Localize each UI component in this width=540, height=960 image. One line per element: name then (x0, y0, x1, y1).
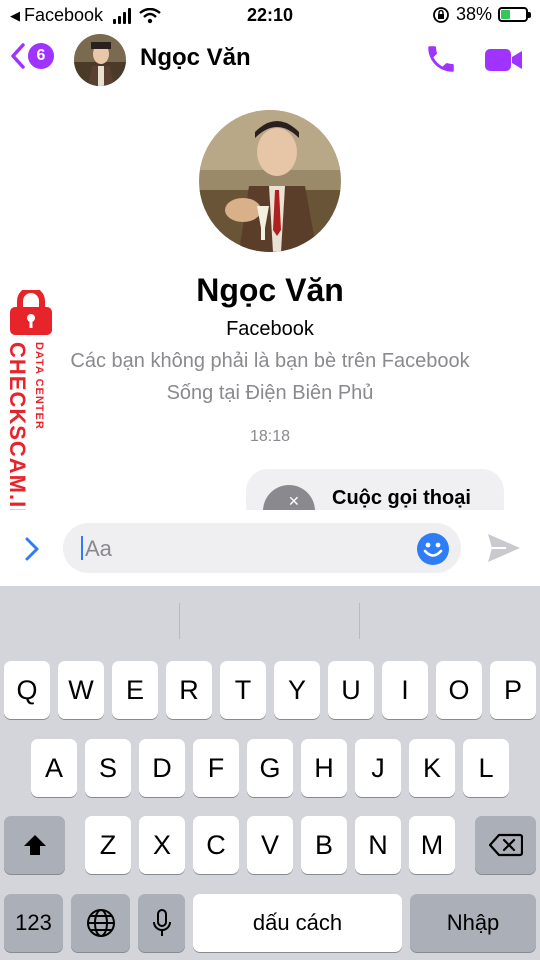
location-note: Sống tại Điện Biên Phủ (166, 382, 374, 404)
key-w[interactable]: W (58, 661, 104, 719)
send-icon[interactable] (486, 532, 522, 564)
key-o[interactable]: O (436, 661, 482, 719)
video-camera-icon (485, 49, 522, 71)
key-i[interactable]: I (382, 661, 428, 719)
key-j[interactable]: J (355, 739, 401, 797)
padlock-logo (10, 290, 52, 335)
message-input-placeholder: Aa (85, 536, 112, 561)
battery-percent: 38% (455, 4, 492, 24)
emoji-icon[interactable] (416, 532, 450, 566)
key-q[interactable]: Q (4, 661, 50, 719)
key-r[interactable]: R (166, 661, 212, 719)
key-h[interactable]: H (301, 739, 347, 797)
call-bubble-label: Cuộc gọi thoại (332, 487, 471, 509)
key-f[interactable]: F (193, 739, 239, 797)
suggestion-divider (359, 603, 360, 639)
contact-name[interactable]: Ngọc Văn (140, 44, 251, 72)
key-c[interactable]: C (193, 816, 239, 874)
shift-arrow-icon (23, 835, 46, 855)
key-g[interactable]: G (247, 739, 293, 797)
key-v[interactable]: V (247, 816, 293, 874)
video-call-button[interactable] (484, 46, 524, 79)
missed-call-icon: ✕ (263, 485, 315, 510)
keyboard: QWERTYUIOP ASDFGHJKL ZXCVBNM 123 dấu các… (0, 586, 540, 960)
shift-key[interactable] (4, 816, 65, 874)
back-button[interactable]: 6 (10, 42, 54, 70)
missed-call-bubble[interactable]: ✕ Cuộc gọi thoại (246, 469, 504, 510)
chat-header: 6 Ngọc Văn (0, 30, 540, 94)
key-n[interactable]: N (355, 816, 401, 874)
friend-status-note: Các bạn không phải là bạn bè trên Facebo… (70, 350, 470, 372)
delete-key[interactable] (475, 816, 536, 874)
message-input[interactable]: Aa (63, 523, 461, 573)
profile-subtitle: Facebook (226, 318, 314, 340)
backspace-icon (488, 833, 523, 857)
key-d[interactable]: D (139, 739, 185, 797)
battery-fill (501, 10, 510, 19)
avatar-image (74, 34, 126, 86)
key-y[interactable]: Y (274, 661, 320, 719)
contact-avatar[interactable] (74, 34, 126, 86)
expand-actions-icon[interactable] (24, 536, 40, 562)
battery-icon (498, 7, 531, 22)
profile-name: Ngọc Văn (196, 272, 344, 308)
key-p[interactable]: P (490, 661, 536, 719)
message-composer: Aa (0, 510, 540, 586)
orientation-lock-icon (433, 6, 449, 23)
dictation-key[interactable] (138, 894, 185, 952)
text-caret (81, 536, 83, 560)
key-u[interactable]: U (328, 661, 374, 719)
message-area-clip: ✕ Cuộc gọi thoại (0, 440, 540, 510)
key-s[interactable]: S (85, 739, 131, 797)
key-m[interactable]: M (409, 816, 455, 874)
globe-key[interactable] (71, 894, 130, 952)
status-bar: ◀ Facebook 22:10 38% (0, 0, 540, 30)
key-z[interactable]: Z (85, 816, 131, 874)
phone-icon (428, 46, 454, 72)
profile-photo[interactable] (199, 110, 341, 252)
profile-photo-image (199, 110, 341, 252)
key-l[interactable]: L (463, 739, 509, 797)
key-e[interactable]: E (112, 661, 158, 719)
space-key[interactable]: dấu cách (193, 894, 402, 952)
voice-call-button[interactable] (424, 42, 458, 81)
key-k[interactable]: K (409, 739, 455, 797)
watermark-tagline: DATA CENTER (33, 342, 45, 430)
key-t[interactable]: T (220, 661, 266, 719)
key-b[interactable]: B (301, 816, 347, 874)
numbers-key[interactable]: 123 (4, 894, 63, 952)
suggestion-divider (179, 603, 180, 639)
unread-count-badge: 6 (28, 43, 54, 69)
chevron-left-icon (11, 43, 25, 69)
return-key[interactable]: Nhập (410, 894, 536, 952)
key-a[interactable]: A (31, 739, 77, 797)
globe-icon (86, 909, 115, 937)
microphone-icon (152, 909, 171, 936)
key-x[interactable]: X (139, 816, 185, 874)
